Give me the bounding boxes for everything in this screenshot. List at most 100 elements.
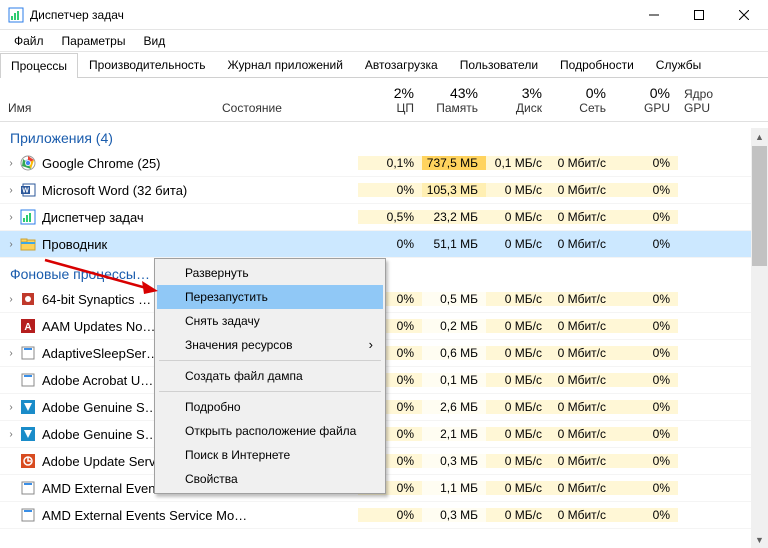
app-icon [20, 426, 36, 442]
minimize-button[interactable] [631, 0, 676, 29]
app-icon [20, 480, 36, 496]
scroll-down-arrow[interactable]: ▼ [751, 531, 768, 548]
cell-3: 0 Мбит/с [550, 400, 614, 414]
process-name: AdaptiveSleepSer… [42, 346, 159, 361]
cell-1: 23,2 МБ [422, 210, 486, 224]
column-state[interactable]: Состояние [218, 101, 358, 121]
cell-1: 51,1 МБ [422, 237, 486, 251]
process-name: 64-bit Synaptics … [42, 292, 151, 307]
cell-3: 0 Мбит/с [550, 454, 614, 468]
bg-row[interactable]: AMD External Events Service Mo…0%0,3 МБ0… [0, 502, 768, 529]
context-item-9[interactable]: Поиск в Интернете [157, 443, 383, 467]
expander-icon[interactable]: › [2, 294, 20, 305]
expander-icon[interactable]: › [2, 158, 20, 169]
tab-6[interactable]: Службы [645, 52, 712, 77]
cell-4: 0% [614, 508, 678, 522]
menu-options[interactable]: Параметры [54, 32, 134, 50]
cell-3: 0 Мбит/с [550, 156, 614, 170]
expander-icon[interactable]: › [2, 212, 20, 223]
column-metric-3[interactable]: 0%Сеть [550, 85, 614, 121]
cell-2: 0 МБ/с [486, 346, 550, 360]
context-item-7[interactable]: Подробно [157, 395, 383, 419]
vertical-scrollbar[interactable]: ▲ ▼ [751, 128, 768, 548]
tab-4[interactable]: Пользователи [449, 52, 549, 77]
cell-2: 0 МБ/с [486, 183, 550, 197]
cell-1: 105,3 МБ [422, 183, 486, 197]
column-gpu-engine[interactable]: Ядро GPU [678, 87, 742, 121]
column-name[interactable]: Имя [0, 101, 218, 121]
cell-2: 0 МБ/с [486, 292, 550, 306]
column-metric-1[interactable]: 43%Память [422, 85, 486, 121]
cell-2: 0 МБ/с [486, 237, 550, 251]
context-item-10[interactable]: Свойства [157, 467, 383, 491]
cell-2: 0 МБ/с [486, 508, 550, 522]
group-apps: Приложения (4) [0, 122, 768, 150]
cell-4: 0% [614, 237, 678, 251]
tab-2[interactable]: Журнал приложений [217, 52, 354, 77]
scroll-up-arrow[interactable]: ▲ [751, 128, 768, 145]
svg-text:W: W [22, 188, 29, 195]
expander-icon[interactable]: › [2, 429, 20, 440]
column-metric-4[interactable]: 0%GPU [614, 85, 678, 121]
tab-1[interactable]: Производительность [78, 52, 216, 77]
app-row[interactable]: ›WMicrosoft Word (32 бита)0%105,3 МБ0 МБ… [0, 177, 768, 204]
app-icon [20, 155, 36, 171]
cell-1: 0,3 МБ [422, 454, 486, 468]
close-button[interactable] [721, 0, 766, 29]
cell-4: 0% [614, 373, 678, 387]
cell-3: 0 Мбит/с [550, 183, 614, 197]
cell-3: 0 Мбит/с [550, 346, 614, 360]
menu-view[interactable]: Вид [135, 32, 173, 50]
cell-0: 0,1% [358, 156, 422, 170]
expander-icon[interactable]: › [2, 239, 20, 250]
context-item-2[interactable]: Снять задачу [157, 309, 383, 333]
process-name: Adobe Acrobat U… [42, 373, 153, 388]
column-headers: Имя Состояние 2%ЦП43%Память3%Диск0%Сеть0… [0, 78, 768, 122]
cell-0: 0% [358, 237, 422, 251]
expander-icon[interactable]: › [2, 402, 20, 413]
context-item-8[interactable]: Открыть расположение файла [157, 419, 383, 443]
window-title: Диспетчер задач [30, 8, 631, 22]
context-item-1[interactable]: Перезапустить [157, 285, 383, 309]
cell-3: 0 Мбит/с [550, 210, 614, 224]
menu-file[interactable]: Файл [6, 32, 52, 50]
app-row[interactable]: ›Диспетчер задач0,5%23,2 МБ0 МБ/с0 Мбит/… [0, 204, 768, 231]
maximize-button[interactable] [676, 0, 721, 29]
cell-4: 0% [614, 210, 678, 224]
cell-4: 0% [614, 156, 678, 170]
window-controls [631, 0, 766, 29]
expander-icon[interactable]: › [2, 348, 20, 359]
app-row[interactable]: ›Проводник0%51,1 МБ0 МБ/с0 Мбит/с0% [0, 231, 768, 258]
app-icon [20, 507, 36, 523]
app-icon [20, 209, 36, 225]
tab-5[interactable]: Подробности [549, 52, 645, 77]
cell-4: 0% [614, 454, 678, 468]
context-separator [159, 360, 381, 361]
cell-1: 2,6 МБ [422, 400, 486, 414]
app-icon [20, 372, 36, 388]
cell-1: 0,3 МБ [422, 508, 486, 522]
app-row[interactable]: ›Google Chrome (25)0,1%737,5 МБ0,1 МБ/с0… [0, 150, 768, 177]
app-icon [20, 236, 36, 252]
app-icon [20, 399, 36, 415]
context-separator [159, 391, 381, 392]
column-metric-2[interactable]: 3%Диск [486, 85, 550, 121]
cell-1: 0,6 МБ [422, 346, 486, 360]
expander-icon[interactable]: › [2, 185, 20, 196]
tab-3[interactable]: Автозагрузка [354, 52, 449, 77]
cell-1: 737,5 МБ [422, 156, 486, 170]
scroll-thumb[interactable] [752, 146, 767, 266]
cell-1: 0,2 МБ [422, 319, 486, 333]
column-metric-0[interactable]: 2%ЦП [358, 85, 422, 121]
cell-2: 0 МБ/с [486, 454, 550, 468]
context-item-3[interactable]: Значения ресурсов [157, 333, 383, 357]
tab-0[interactable]: Процессы [0, 53, 78, 78]
app-icon [20, 453, 36, 469]
context-item-0[interactable]: Развернуть [157, 261, 383, 285]
svg-text:A: A [24, 322, 31, 333]
menubar: Файл Параметры Вид [0, 30, 768, 52]
cell-1: 2,1 МБ [422, 427, 486, 441]
cell-2: 0 МБ/с [486, 481, 550, 495]
cell-2: 0 МБ/с [486, 210, 550, 224]
context-item-5[interactable]: Создать файл дампа [157, 364, 383, 388]
